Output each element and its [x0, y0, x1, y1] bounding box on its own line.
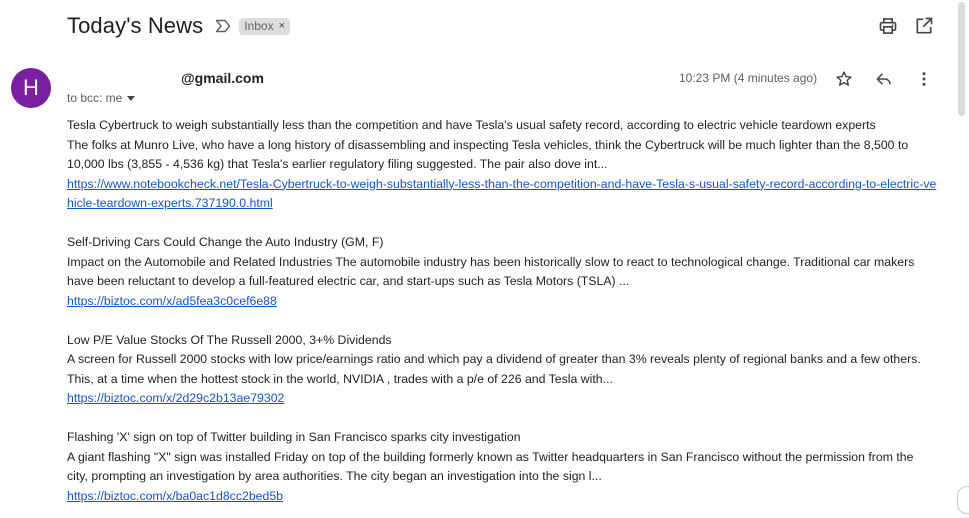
news-item-title: Low P/E Value Stocks Of The Russell 2000… [67, 332, 392, 347]
news-item-link[interactable]: https://biztoc.com/x/2d29c2b13ae79302 [67, 389, 937, 409]
email-subject: Today's News [67, 13, 204, 38]
news-item-summary: A giant flashing "X" sign was installed … [67, 449, 914, 484]
print-icon[interactable] [877, 15, 899, 37]
star-outline-icon[interactable] [833, 68, 855, 90]
news-item-title: Tesla Cybertruck to weigh substantially … [67, 118, 876, 132]
news-item-summary: The folks at Munro Live, who have a long… [67, 137, 909, 172]
email-body: Tesla Cybertruck to weigh substantially … [67, 116, 937, 518]
avatar-initial: H [23, 75, 39, 100]
subject-row: Today's News Inbox × [67, 12, 291, 40]
more-vert-icon[interactable] [913, 68, 935, 90]
news-item-summary: A screen for Russell 2000 stocks with lo… [67, 352, 921, 386]
email-view: Today's News Inbox × H @gmail.com to bcc… [0, 0, 969, 518]
news-item-title: Flashing 'X' sign on top of Twitter buil… [67, 430, 521, 444]
recipients-text: to bcc: me [67, 91, 123, 105]
news-item-summary: Impact on the Automobile and Related Ind… [67, 254, 915, 289]
sender-avatar[interactable]: H [11, 68, 51, 108]
show-details-chevron-down-icon[interactable] [127, 95, 136, 101]
remove-label-button[interactable]: × [279, 20, 285, 32]
message-timestamp: 10:23 PM (4 minutes ago) [679, 71, 818, 85]
vertical-scrollbar[interactable] [955, 0, 969, 518]
inbox-label-chip[interactable]: Inbox × [239, 17, 291, 35]
news-item: Tesla Cybertruck to weigh substantially … [67, 116, 937, 214]
news-item-link[interactable]: https://biztoc.com/x/ba0ac1d8cc2bed5b [67, 487, 937, 507]
news-item: Flashing 'X' sign on top of Twitter buil… [67, 428, 937, 506]
floating-side-panel-handle[interactable] [957, 486, 969, 514]
news-item-link[interactable]: https://www.notebookcheck.net/Tesla-Cybe… [67, 175, 937, 214]
label-important-icon[interactable] [215, 18, 231, 34]
inbox-label-text: Inbox [244, 19, 274, 33]
scrollbar-thumb[interactable] [958, 2, 965, 116]
recipients-line: to bcc: me [67, 91, 136, 105]
news-item-title: Self-Driving Cars Could Change the Auto … [67, 235, 384, 249]
news-item: Low P/E Value Stocks Of The Russell 2000… [67, 331, 937, 409]
reply-icon[interactable] [873, 68, 895, 90]
news-item-link[interactable]: https://biztoc.com/x/ad5fea3c0cef6e88 [67, 292, 937, 312]
news-item: Self-Driving Cars Could Change the Auto … [67, 233, 937, 311]
open-in-new-window-icon[interactable] [913, 15, 935, 37]
sender-email[interactable]: @gmail.com [181, 70, 264, 86]
